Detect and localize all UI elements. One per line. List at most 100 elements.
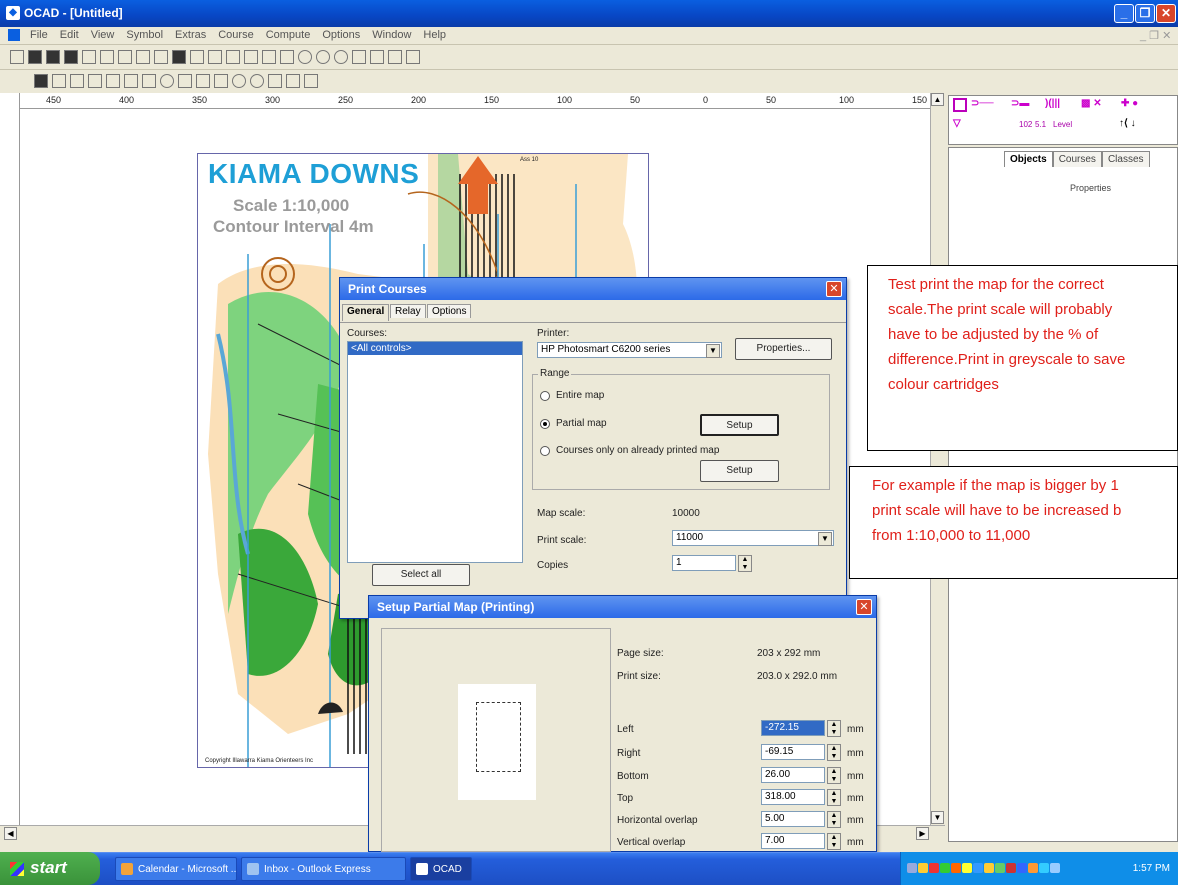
minimize-icon[interactable]: _ [1114,4,1134,23]
zoom-in-icon[interactable] [298,50,312,64]
tray-icon[interactable] [929,863,939,873]
tray-icon[interactable] [951,863,961,873]
redo-icon[interactable] [100,50,114,64]
right-stepper-icon[interactable]: ▲ ▼ [827,744,841,761]
straight-line-icon[interactable] [214,74,228,88]
scroll-left-icon[interactable]: ◀ [4,827,17,840]
symbol-line-icon[interactable]: ⊃── [971,98,994,109]
curve-icon[interactable] [232,74,246,88]
gps-icon[interactable] [370,50,384,64]
bottom-input[interactable]: 26.00 [761,767,825,783]
tab-relay[interactable]: Relay [390,304,426,318]
vertical-scrollbar[interactable]: ▲ ▼ [930,93,945,825]
rectangle-select-icon[interactable] [70,74,84,88]
open-file-icon[interactable] [28,50,42,64]
ellipse-icon[interactable] [304,74,318,88]
chevron-down-icon[interactable]: ▼ [818,532,832,546]
select-all-button[interactable]: Select all [372,564,470,586]
top-stepper-icon[interactable]: ▲ ▼ [827,789,841,806]
vertical-overlap-stepper-icon[interactable]: ▲ ▼ [827,833,841,850]
symbol-hatch-icon[interactable]: ▩ ✕ [1081,98,1102,109]
courses-list[interactable]: <All controls> [347,341,523,563]
right-input[interactable]: -69.15 [761,744,825,760]
left-input[interactable]: -272.15 [761,720,825,736]
tray-icon[interactable] [1039,863,1049,873]
course-item[interactable]: <All controls> [348,342,522,355]
copies-stepper-icon[interactable]: ▲ ▼ [738,555,752,572]
align-icon[interactable] [172,50,186,64]
scroll-up-icon[interactable]: ▲ [931,93,944,106]
mirror-icon[interactable] [208,50,222,64]
bottom-stepper-icon[interactable]: ▲ ▼ [827,767,841,784]
symbol-palette[interactable]: ⊃── ⊃▬ )(||| ▩ ✕ ✚ ● ▽ 102 5.1 Level ↑⟨ … [948,95,1178,145]
menu-extras[interactable]: Extras [169,27,212,43]
compass-icon[interactable] [388,50,402,64]
radio-partial-map[interactable] [540,419,550,429]
properties-button[interactable]: Properties... [735,338,832,360]
taskbar-item-ocad[interactable]: OCAD [410,857,472,881]
menu-help[interactable]: Help [417,27,452,43]
cut-object-icon[interactable] [178,74,192,88]
horizontal-overlap-stepper-icon[interactable]: ▲ ▼ [827,811,841,828]
edit-point-icon[interactable] [52,74,66,88]
chevron-down-icon[interactable]: ▼ [706,344,720,358]
paste-icon[interactable] [154,50,168,64]
tray-icon[interactable] [1017,863,1027,873]
preview-print-area[interactable] [476,702,521,772]
add-point-icon[interactable] [88,74,102,88]
tray-icon[interactable] [918,863,928,873]
left-stepper-icon[interactable]: ▲ ▼ [827,720,841,737]
tab-objects[interactable]: Objects [1004,151,1053,167]
menu-edit[interactable]: Edit [54,27,85,43]
mdi-controls-icon[interactable]: _ ❐ ✕ [1140,29,1171,42]
fill-icon[interactable] [244,50,258,64]
cut-hole-icon[interactable] [262,50,276,64]
zoom-icon[interactable] [334,50,348,64]
numbers-icon[interactable] [406,50,420,64]
radio-courses-only[interactable] [540,446,550,456]
edit-object-icon[interactable] [34,74,48,88]
rotate-icon[interactable] [190,50,204,64]
tray-icon[interactable] [995,863,1005,873]
setup-courses-button[interactable]: Setup [700,460,779,482]
freehand-icon[interactable] [268,74,282,88]
symbol-arrow-icon[interactable]: ↑⟨ ↓ [1119,118,1136,129]
tab-options[interactable]: Options [427,304,472,318]
corner-point-icon[interactable] [106,74,120,88]
tray-icon[interactable] [1006,863,1016,873]
circle-icon[interactable] [250,74,264,88]
tray-icon[interactable] [962,863,972,873]
taskbar-item-outlook[interactable]: Inbox - Outlook Express [241,857,406,881]
delete-point-icon[interactable] [142,74,156,88]
scroll-right-icon[interactable]: ▶ [916,827,929,840]
tray-icon[interactable] [1050,863,1060,873]
taskbar-item-calendar[interactable]: Calendar - Microsoft ... [115,857,237,881]
stretch-icon[interactable] [226,50,240,64]
menu-window[interactable]: Window [366,27,417,43]
save-icon[interactable] [46,50,60,64]
dash-point-icon[interactable] [124,74,138,88]
setup-partial-button[interactable]: Setup [700,414,779,436]
symbol-area-icon[interactable] [953,98,967,112]
close-icon[interactable]: ✕ [1156,4,1176,23]
menu-symbol[interactable]: Symbol [120,27,169,43]
vertical-overlap-input[interactable]: 7.00 [761,833,825,849]
horizontal-overlap-input[interactable]: 5.00 [761,811,825,827]
menu-course[interactable]: Course [212,27,259,43]
tab-courses[interactable]: Courses [1052,151,1102,167]
window-titlebar[interactable]: ◆ OCAD - [Untitled] _ ❐ ✕ [0,0,1178,27]
tab-general[interactable]: General [342,304,390,321]
rotate-pattern-icon[interactable] [160,74,174,88]
symbol-dash-icon[interactable]: ⊃▬ [1011,98,1029,109]
menu-view[interactable]: View [85,27,121,43]
close-icon[interactable]: ✕ [856,599,872,615]
copies-input[interactable]: 1 [672,555,736,571]
new-file-icon[interactable] [10,50,24,64]
menu-compute[interactable]: Compute [260,27,317,43]
print-scale-select[interactable]: 11000 ▼ [672,530,834,546]
menu-options[interactable]: Options [316,27,366,43]
document-icon[interactable] [8,29,20,41]
menu-file[interactable]: File [24,27,54,43]
rectangle-icon[interactable] [286,74,300,88]
cut-icon[interactable] [118,50,132,64]
